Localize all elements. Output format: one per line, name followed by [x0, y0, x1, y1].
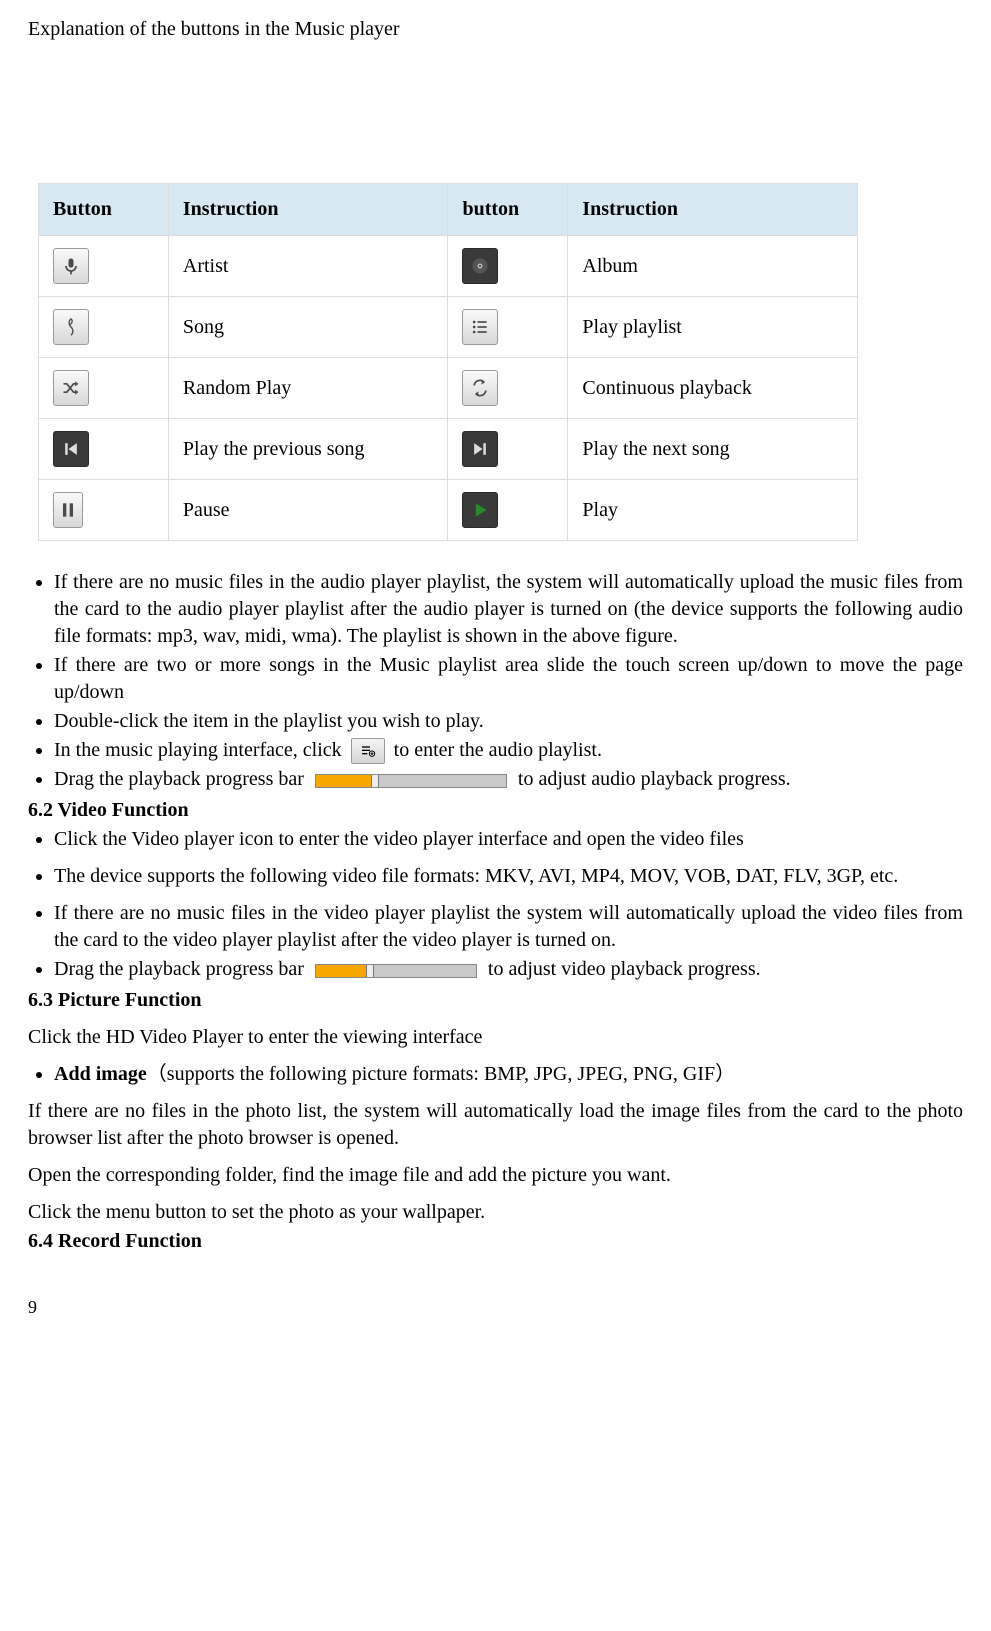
th-button-left: Button	[39, 184, 169, 236]
music-bullet-list: If there are no music files in the audio…	[28, 569, 963, 793]
section-6-4: 6.4 Record Function	[28, 1228, 963, 1255]
list-item: Add image（supports the following picture…	[54, 1061, 963, 1088]
section-6-2: 6.2 Video Function	[28, 797, 963, 824]
paragraph: Open the corresponding folder, find the …	[28, 1162, 963, 1189]
list-item: Click the Video player icon to enter the…	[54, 826, 963, 853]
picture-bullet-list: Add image（supports the following picture…	[28, 1061, 963, 1088]
text: to adjust audio playback progress.	[518, 768, 791, 790]
next-icon	[462, 431, 498, 467]
play-icon	[462, 492, 498, 528]
list-item: The device supports the following video …	[54, 863, 963, 890]
text: Drag the playback progress bar	[54, 958, 304, 980]
progress-bar-icon	[315, 964, 477, 978]
th-instruction-left: Instruction	[168, 184, 448, 236]
cell-pause: Pause	[168, 480, 448, 541]
table-row: Random Play Continuous playback	[39, 358, 858, 419]
text: to enter the audio playlist.	[394, 739, 602, 761]
list-item: Drag the playback progress bar to adjust…	[54, 766, 963, 793]
cell-play-playlist: Play playlist	[568, 297, 858, 358]
table-row: Artist Album	[39, 236, 858, 297]
th-instruction-right: Instruction	[568, 184, 858, 236]
add-image-label: Add image	[54, 1063, 147, 1085]
button-table: Button Instruction button Instruction Ar…	[38, 183, 858, 541]
page-number: 9	[28, 1295, 963, 1319]
cell-next-song: Play the next song	[568, 419, 858, 480]
list-item: Drag the playback progress bar to adjust…	[54, 956, 963, 983]
treble-clef-icon	[53, 309, 89, 345]
cell-prev-song: Play the previous song	[168, 419, 448, 480]
cell-artist: Artist	[168, 236, 448, 297]
table-row: Play the previous song Play the next son…	[39, 419, 858, 480]
page-title: Explanation of the buttons in the Music …	[28, 16, 963, 43]
progress-bar-icon	[315, 774, 507, 788]
microphone-icon	[53, 248, 89, 284]
list-item: If there are no music files in the video…	[54, 900, 963, 954]
text: In the music playing interface, click	[54, 739, 342, 761]
cell-random-play: Random Play	[168, 358, 448, 419]
repeat-icon	[462, 370, 498, 406]
table-row: Song Play playlist	[39, 297, 858, 358]
text: Drag the playback progress bar	[54, 768, 304, 790]
video-bullet-list: Click the Video player icon to enter the…	[28, 826, 963, 983]
paragraph: Click the HD Video Player to enter the v…	[28, 1024, 963, 1051]
th-button-right: button	[448, 184, 568, 236]
text: （supports the following picture formats:…	[147, 1063, 735, 1085]
previous-icon	[53, 431, 89, 467]
list-icon	[462, 309, 498, 345]
cell-album: Album	[568, 236, 858, 297]
cell-continuous: Continuous playback	[568, 358, 858, 419]
table-header-row: Button Instruction button Instruction	[39, 184, 858, 236]
add-to-playlist-icon	[351, 738, 385, 764]
section-6-3: 6.3 Picture Function	[28, 987, 963, 1014]
table-row: Pause Play	[39, 480, 858, 541]
disc-icon	[462, 248, 498, 284]
list-item: If there are no music files in the audio…	[54, 569, 963, 650]
list-item: If there are two or more songs in the Mu…	[54, 652, 963, 706]
pause-icon	[53, 492, 83, 528]
cell-song: Song	[168, 297, 448, 358]
list-item: In the music playing interface, click to…	[54, 737, 963, 764]
text: to adjust video playback progress.	[488, 958, 761, 980]
shuffle-icon	[53, 370, 89, 406]
paragraph: If there are no files in the photo list,…	[28, 1098, 963, 1152]
list-item: Double-click the item in the playlist yo…	[54, 708, 963, 735]
cell-play: Play	[568, 480, 858, 541]
paragraph: Click the menu button to set the photo a…	[28, 1199, 963, 1226]
